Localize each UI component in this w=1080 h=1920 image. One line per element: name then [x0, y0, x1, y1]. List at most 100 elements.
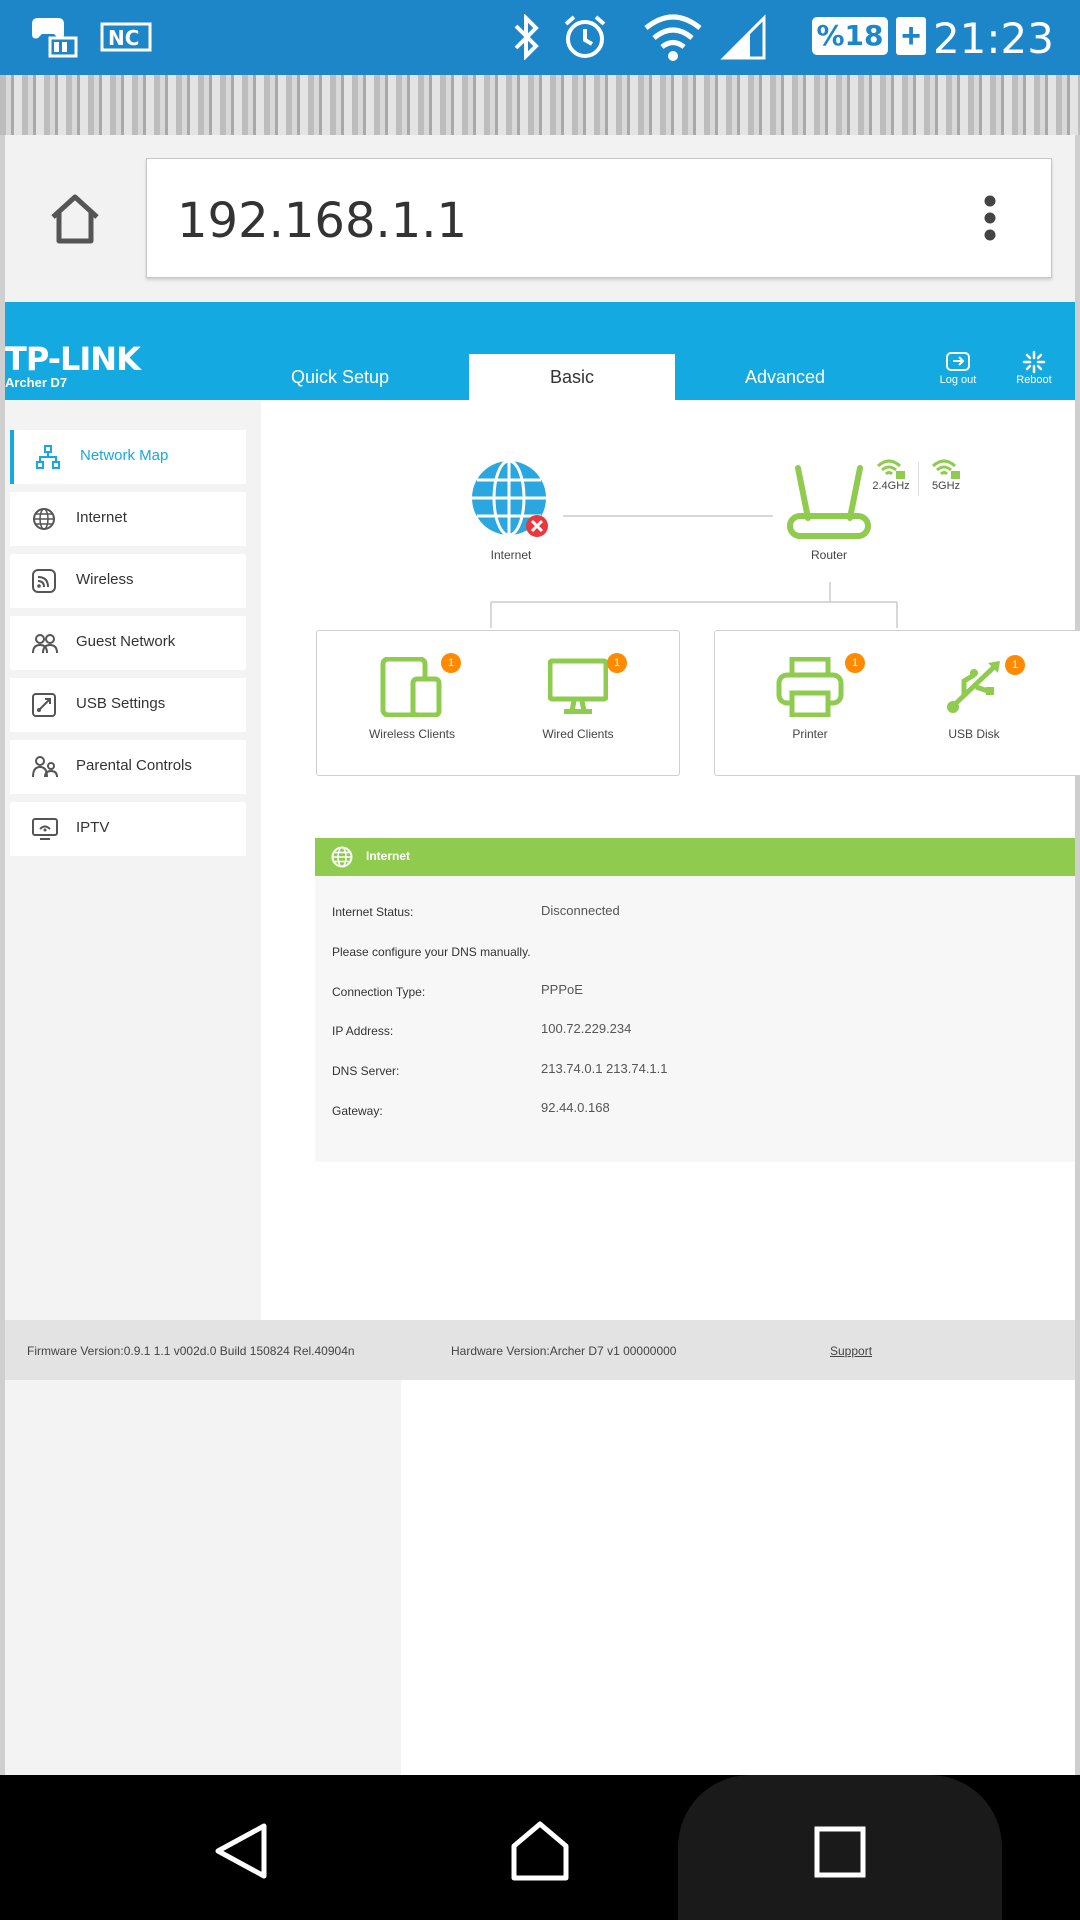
logout-label: Log out	[939, 374, 977, 386]
tab-basic[interactable]: Basic	[469, 354, 675, 400]
home-icon[interactable]	[47, 191, 103, 247]
tablet-phone-icon	[380, 657, 442, 717]
cell-signal-icon	[720, 14, 766, 60]
sidebar-item-parental-controls[interactable]: Parental Controls	[10, 740, 246, 794]
sidebar-item-label: Internet	[76, 509, 127, 526]
connection-type-label: Connection Type:	[332, 985, 426, 999]
sidebar-item-iptv[interactable]: IPTV	[10, 802, 246, 856]
router-label: Router	[810, 548, 848, 562]
network-map-icon	[36, 445, 60, 469]
reboot-label: Reboot	[1016, 374, 1052, 386]
sidebar-item-label: Parental Controls	[76, 757, 192, 774]
brand-logo: TP-LINK	[5, 340, 141, 378]
monitor-icon	[548, 658, 608, 714]
router-icon	[787, 465, 871, 539]
internet-status-label: Internet Status:	[332, 905, 414, 919]
dns-server-label: DNS Server:	[332, 1064, 400, 1078]
page-footer: Firmware Version:0.9.1 1.1 v002d.0 Build…	[5, 1320, 1075, 1380]
sidebar-item-usb-settings[interactable]: USB Settings	[10, 678, 246, 732]
usb-devices-card: Printer 1 USB Disk 1	[714, 630, 1080, 776]
sidebar-item-label: Wireless	[76, 571, 134, 588]
home-icon[interactable]	[508, 1820, 572, 1882]
logout-icon	[946, 352, 970, 371]
usb-icon	[947, 661, 1000, 713]
usb-settings-icon	[32, 693, 56, 717]
globe-icon	[331, 846, 353, 868]
sidebar-item-label: Guest Network	[76, 633, 176, 650]
wifi-icon	[644, 14, 702, 61]
band-divider	[918, 462, 919, 496]
firmware-version: Firmware Version:0.9.1 1.1 v002d.0 Build…	[27, 1344, 355, 1358]
page-blank-left	[5, 1380, 401, 1775]
internet-label: Internet	[490, 548, 532, 562]
tab-quick-setup[interactable]: Quick Setup	[260, 354, 420, 400]
internet-panel: Internet Internet Status: Disconnected P…	[315, 838, 1075, 1162]
band-5ghz[interactable]: 5GHz	[926, 458, 966, 492]
clock: 21:23	[932, 14, 1054, 63]
wallpaper-strip	[0, 75, 1080, 135]
wireless-clients-label: Wireless Clients	[368, 727, 455, 741]
dns-server-value: 213.74.0.1 213.74.1.1	[541, 1061, 668, 1076]
ip-address-label: IP Address:	[332, 1024, 394, 1038]
game-controller-icon	[32, 18, 78, 58]
gateway-value: 92.44.0.168	[541, 1100, 610, 1115]
wifi-lock-icon	[931, 459, 960, 479]
sidebar-item-wireless[interactable]: Wireless	[10, 554, 246, 608]
internet-status-value: Disconnected	[541, 903, 620, 918]
sidebar: Network Map Internet Wireless Guest Netw…	[5, 400, 261, 1320]
band-24ghz[interactable]: 2.4GHz	[867, 458, 915, 492]
support-link[interactable]: Support	[830, 1344, 872, 1358]
printer-icon	[776, 657, 844, 717]
reboot-button[interactable]: Reboot	[1009, 350, 1059, 386]
clients-card: Wireless Clients 1 Wired Clients 1	[316, 630, 680, 776]
wired-clients-count: 1	[607, 653, 627, 673]
gateway-label: Gateway:	[332, 1104, 383, 1118]
bluetooth-icon	[514, 14, 539, 60]
logout-button[interactable]: Log out	[933, 350, 983, 386]
router-node[interactable]: Router	[784, 458, 874, 562]
wireless-icon	[32, 569, 56, 593]
ip-address-value: 100.72.229.234	[541, 1021, 632, 1036]
alarm-icon	[564, 15, 606, 58]
usb-disk-label: USB Disk	[948, 727, 1000, 741]
reboot-icon	[1022, 350, 1046, 374]
topology-lines	[490, 515, 898, 628]
sidebar-item-label: USB Settings	[76, 695, 166, 712]
internet-panel-title: Internet	[366, 849, 411, 863]
wireless-clients-count: 1	[441, 653, 461, 673]
band-5-label: 5GHz	[931, 480, 961, 492]
iptv-icon	[32, 818, 58, 840]
connection-type-value: PPPoE	[541, 982, 583, 997]
dns-note: Please configure your DNS manually.	[332, 945, 531, 959]
parental-controls-icon	[32, 756, 58, 778]
sidebar-item-label: IPTV	[76, 819, 110, 836]
wired-clients-label: Wired Clients	[542, 727, 614, 741]
printer-count: 1	[845, 653, 865, 673]
globe-icon	[33, 508, 55, 530]
wifi-lock-icon	[876, 459, 905, 479]
more-vert-icon[interactable]	[983, 195, 997, 245]
internet-node[interactable]: Internet	[466, 458, 556, 562]
model-name: Archer D7	[5, 375, 68, 390]
svg-text:NC: NC	[108, 26, 139, 50]
back-icon[interactable]	[212, 1822, 270, 1880]
sidebar-item-network-map[interactable]: Network Map	[10, 430, 246, 484]
hardware-version: Hardware Version:Archer D7 v1 00000000	[451, 1344, 677, 1358]
charging-plus: +	[896, 17, 926, 55]
router-header: TP-LINK Archer D7 Quick Setup Basic Adva…	[5, 302, 1075, 400]
nfc-icon: NC	[100, 22, 152, 52]
recents-icon[interactable]	[814, 1826, 866, 1878]
usb-disk-count: 1	[1005, 655, 1025, 675]
tab-advanced[interactable]: Advanced	[705, 354, 865, 400]
status-bar: NC %18 + 21:23	[0, 0, 1080, 75]
band-24-label: 2.4GHz	[872, 480, 910, 492]
sidebar-item-internet[interactable]: Internet	[10, 492, 246, 546]
battery-icon: %18	[812, 17, 888, 55]
sidebar-item-guest-network[interactable]: Guest Network	[10, 616, 246, 670]
globe-icon	[472, 459, 548, 537]
guest-network-icon	[32, 634, 58, 654]
url-bar[interactable]: 192.168.1.1	[146, 158, 1052, 278]
url-text[interactable]: 192.168.1.1	[177, 193, 467, 249]
internet-panel-header[interactable]: Internet	[315, 838, 1075, 876]
printer-label: Printer	[792, 727, 828, 741]
